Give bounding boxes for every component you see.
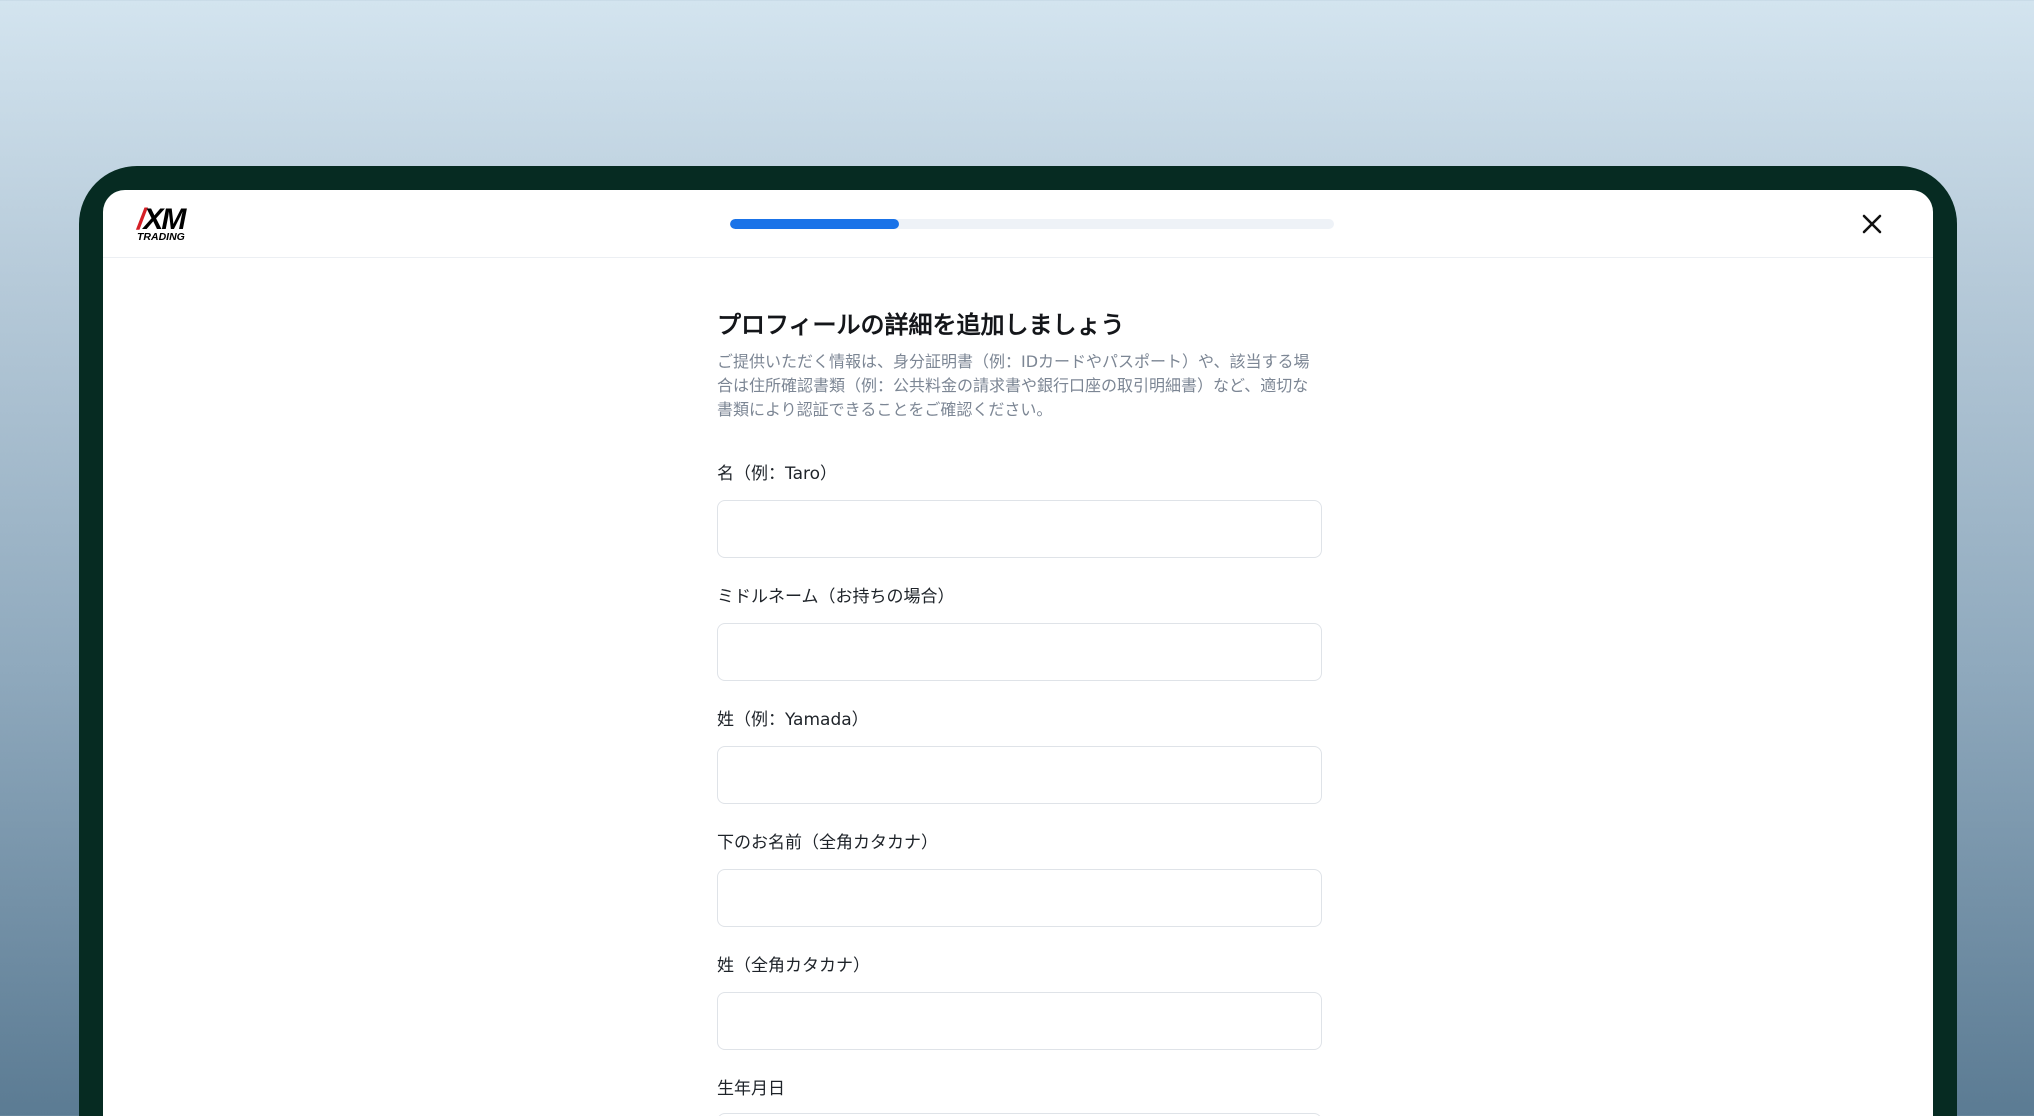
top-bar: /XM TRADING [103, 190, 1933, 258]
middle-name-input[interactable] [717, 623, 1322, 681]
close-icon [1862, 214, 1882, 234]
field-first-name: 名（例：Taro） [717, 462, 1322, 558]
progress-bar-fill [730, 219, 900, 229]
profile-form: プロフィールの詳細を追加しましょう ご提供いただく情報は、身分証明書（例：IDカ… [717, 308, 1322, 1116]
birthdate-label: 生年月日 [717, 1079, 785, 1099]
close-button[interactable] [1858, 210, 1886, 238]
app-screen: /XM TRADING プロフィールの詳細を追加しましょう ご提供いただく情報は… [103, 190, 1933, 1116]
last-name-katakana-input[interactable] [717, 992, 1322, 1050]
first-name-input[interactable] [717, 500, 1322, 558]
last-name-input[interactable] [717, 746, 1322, 804]
field-last-name: 姓（例：Yamada） [717, 708, 1322, 804]
progress-bar [730, 219, 1334, 229]
first-name-label: 名（例：Taro） [717, 464, 838, 484]
page-description: ご提供いただく情報は、身分証明書（例：IDカードやパスポート）や、該当する場合は… [717, 352, 1310, 419]
field-last-name-katakana: 姓（全角カタカナ） [717, 954, 1322, 1050]
first-name-katakana-input[interactable] [717, 869, 1322, 927]
xm-trading-logo: /XM TRADING [137, 204, 197, 244]
last-name-katakana-label: 姓（全角カタカナ） [717, 956, 870, 976]
page-title: プロフィールの詳細を追加しましょう [717, 311, 1125, 339]
first-name-katakana-label: 下のお名前（全角カタカナ） [717, 833, 938, 853]
field-middle-name: ミドルネーム（お持ちの場合） [717, 585, 1322, 681]
middle-name-label: ミドルネーム（お持ちの場合） [717, 587, 955, 607]
logo-subtitle: TRADING [137, 231, 185, 243]
field-first-name-katakana: 下のお名前（全角カタカナ） [717, 831, 1322, 927]
field-birthdate: 生年月日 [717, 1077, 1322, 1116]
last-name-label: 姓（例：Yamada） [717, 710, 869, 730]
